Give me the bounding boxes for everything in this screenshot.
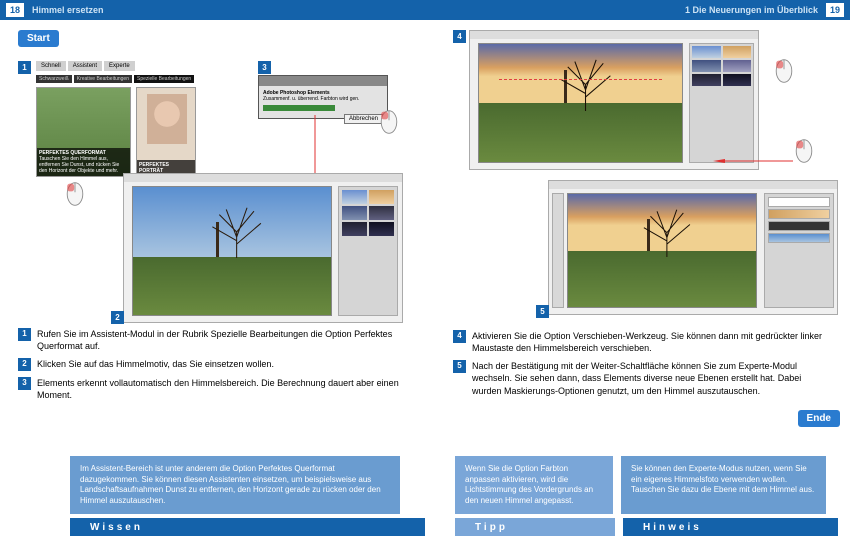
- tipp-ribbon: Tipp: [455, 518, 615, 536]
- sky-thumbnails-panel: [689, 43, 754, 163]
- right-figure-area: 4: [453, 30, 832, 325]
- tab-experte: Experte: [104, 61, 135, 71]
- step-1: 1 Rufen Sie im Assistent-Modul in der Ru…: [18, 328, 407, 352]
- step-2: 2 Klicken Sie auf das Himmelmotiv, das S…: [18, 358, 407, 371]
- tree-photo-blue-sky: [132, 186, 332, 316]
- callout-1: 1: [18, 61, 31, 74]
- sky-thumbnails-panel: [338, 186, 398, 316]
- tab-schnell: Schnell: [36, 61, 66, 71]
- callout-4: 4: [453, 30, 466, 43]
- progress-bar: [263, 105, 335, 111]
- assistant-tabs: Schnell Assistent Experte: [36, 61, 135, 71]
- layers-panel: [764, 193, 834, 308]
- dialog-body: Zusammenf. u. überrend. Farbton wird gen…: [263, 96, 383, 102]
- step-text: Klicken Sie auf das Himmelmotiv, das Sie…: [37, 358, 407, 371]
- step-4: 4 Aktivieren Sie die Option Verschieben-…: [453, 330, 832, 354]
- left-content: Start 1 Schnell Assistent Experte Schwar…: [0, 20, 425, 402]
- tree-photo-sunset: [567, 193, 757, 308]
- left-section-title: Himmel ersetzen: [32, 5, 104, 15]
- info-boxes-right: Wenn Sie die Option Farb­ton anpassen ak…: [455, 456, 826, 514]
- editor-window: [123, 173, 403, 323]
- wissen-box: Im Assistent-Bereich ist unter anderem d…: [70, 456, 400, 514]
- steps-right: 4 Aktivieren Sie die Option Verschieben-…: [453, 330, 832, 397]
- right-content: 4: [425, 20, 850, 397]
- right-section-title: 1 Die Neuerungen im Überblick: [685, 5, 818, 15]
- callout-2: 2: [111, 311, 124, 324]
- face-icon: [147, 94, 187, 144]
- step-text: Nach der Bestätigung mit der Weiter-Scha…: [472, 360, 832, 396]
- rubric-speziell: Spezielle Bearbeitungen: [134, 75, 194, 83]
- mouse-icon: [773, 58, 795, 84]
- tree-branches-icon: [634, 208, 700, 242]
- editor-menubar: [124, 174, 402, 182]
- tab-assistent: Assistent: [68, 61, 102, 71]
- tree-branches-icon: [550, 58, 621, 93]
- step-number: 2: [18, 358, 31, 371]
- editor-window-5: [548, 180, 838, 315]
- step-text: Elements erkennt vollautomatisch den Him…: [37, 377, 407, 401]
- move-handle-line: [499, 79, 661, 80]
- step-number: 3: [18, 377, 31, 390]
- thumb-portrait: PERFEKTES PORTRÄT: [136, 87, 196, 177]
- step-text: Rufen Sie im Assistent-Modul in der Rubr…: [37, 328, 407, 352]
- rubric-kreativ: Kreative Bearbeitungen: [74, 75, 132, 83]
- editor-window-4: [469, 30, 759, 170]
- right-page-number: 19: [826, 3, 844, 17]
- tree-branches-icon: [202, 206, 271, 244]
- hinweis-box: Sie können den Experte-Modus nutzen, wen…: [621, 456, 826, 514]
- left-header: 18 Himmel ersetzen: [0, 0, 425, 20]
- thumb-querformat: PERFEKTES QUERFORMAT Tauschen Sie den Hi…: [36, 87, 131, 177]
- right-header: 1 Die Neuerungen im Überblick 19: [425, 0, 850, 20]
- toolbar-column: [552, 193, 564, 308]
- rubric-sw: Schwarzweiß: [36, 75, 72, 83]
- left-figure-area: 1 Schnell Assistent Experte Schwarzweiß …: [18, 53, 407, 323]
- right-page: 1 Die Neuerungen im Überblick 19 4: [425, 0, 850, 536]
- arrow-left-icon: [713, 150, 793, 154]
- thumb-querformat-text: Tauschen Sie den Himmel aus, entfernen S…: [39, 156, 128, 174]
- mouse-icon: [64, 181, 86, 207]
- steps-left: 1 Rufen Sie im Assistent-Modul in der Ru…: [18, 328, 407, 402]
- step-3: 3 Elements erkennt vollautomatisch den H…: [18, 377, 407, 401]
- tipp-box: Wenn Sie die Option Farb­ton anpassen ak…: [455, 456, 613, 514]
- step-number: 4: [453, 330, 466, 343]
- progress-dialog: Adobe Photoshop Elements Zusammenf. u. ü…: [258, 75, 388, 119]
- wissen-ribbon: Wissen: [70, 518, 425, 536]
- start-badge: Start: [18, 30, 59, 47]
- rubric-strip: Schwarzweiß Kreative Bearbeitungen Spezi…: [36, 75, 194, 83]
- wissen-box-wrap: Im Assistent-Bereich ist unter anderem d…: [70, 456, 400, 514]
- left-page-number: 18: [6, 3, 24, 17]
- step-5: 5 Nach der Bestätigung mit der Weiter-Sc…: [453, 360, 832, 396]
- callout-3: 3: [258, 61, 271, 74]
- callout-5: 5: [536, 305, 549, 318]
- step-number: 5: [453, 360, 466, 373]
- editor-menubar: [470, 31, 758, 39]
- editor-menubar: [549, 181, 837, 189]
- tree-photo-sunset: [478, 43, 683, 163]
- hinweis-ribbon: Hinweis: [623, 518, 838, 536]
- end-badge: Ende: [798, 410, 840, 427]
- step-number: 1: [18, 328, 31, 341]
- mouse-icon: [793, 138, 815, 164]
- left-page: 18 Himmel ersetzen Start 1 Schnell Assis…: [0, 0, 425, 536]
- dialog-titlebar: [259, 76, 387, 86]
- step-text: Aktivieren Sie die Option Verschieben-We…: [472, 330, 832, 354]
- book-spread: 18 Himmel ersetzen Start 1 Schnell Assis…: [0, 0, 850, 536]
- mouse-icon: [378, 109, 400, 135]
